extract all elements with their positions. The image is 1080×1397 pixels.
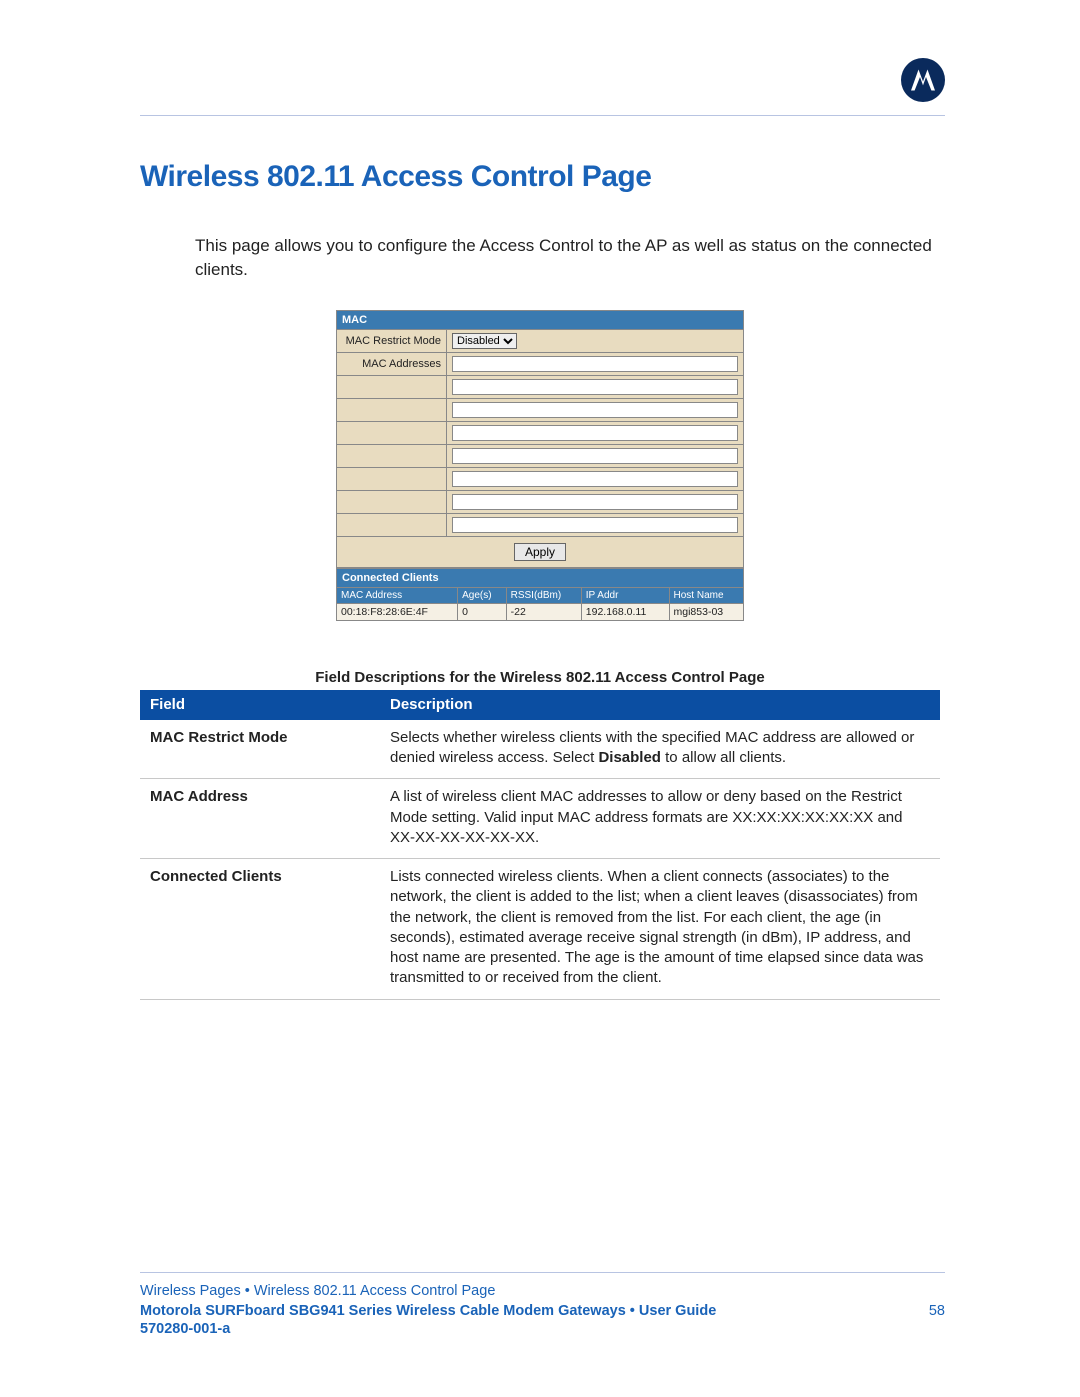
cc-host: mgi853-03 (669, 603, 743, 620)
fd-desc-0: Selects whether wireless clients with th… (380, 720, 940, 779)
motorola-logo (901, 58, 945, 102)
footer-rule (140, 1272, 945, 1273)
apply-button[interactable]: Apply (514, 543, 566, 561)
page-number: 58 (929, 1303, 945, 1319)
cc-col-ip: IP Addr (581, 587, 669, 603)
connected-clients-header: Connected Clients (337, 568, 744, 587)
restrict-mode-select[interactable]: Disabled (452, 333, 517, 349)
mac-input-4[interactable] (452, 448, 738, 464)
fd-name-2: Connected Clients (140, 859, 380, 1000)
field-desc-table: Field Description MAC Restrict Mode Sele… (140, 690, 940, 1000)
mac-input-5[interactable] (452, 471, 738, 487)
field-desc-caption: Field Descriptions for the Wireless 802.… (140, 669, 940, 686)
mac-input-6[interactable] (452, 494, 738, 510)
cc-col-age: Age(s) (458, 587, 507, 603)
connected-client-row: 00:18:F8:28:6E:4F 0 -22 192.168.0.11 mgi… (337, 603, 744, 620)
fd-name-0: MAC Restrict Mode (140, 720, 380, 779)
breadcrumb: Wireless Pages • Wireless 802.11 Access … (140, 1283, 945, 1299)
fd-row: Connected Clients Lists connected wirele… (140, 859, 940, 1000)
mac-input-7[interactable] (452, 517, 738, 533)
mac-section-header: MAC (337, 310, 744, 329)
cc-age: 0 (458, 603, 507, 620)
fd-row: MAC Restrict Mode Selects whether wirele… (140, 720, 940, 779)
page-title: Wireless 802.11 Access Control Page (140, 160, 940, 194)
mac-input-1[interactable] (452, 379, 738, 395)
header-rule (140, 115, 945, 116)
fd-desc-2: Lists connected wireless clients. When a… (380, 859, 940, 1000)
mac-input-0[interactable] (452, 356, 738, 372)
mac-input-3[interactable] (452, 425, 738, 441)
cc-ip: 192.168.0.11 (581, 603, 669, 620)
guide-title: Motorola SURFboard SBG941 Series Wireles… (140, 1303, 716, 1319)
mac-input-2[interactable] (452, 402, 738, 418)
fd-head-desc: Description (380, 690, 940, 720)
cc-col-mac: MAC Address (337, 587, 458, 603)
fd-desc-1: A list of wireless client MAC addresses … (380, 779, 940, 859)
cc-mac: 00:18:F8:28:6E:4F (337, 603, 458, 620)
cc-rssi: -22 (506, 603, 581, 620)
intro-text: This page allows you to configure the Ac… (195, 234, 940, 282)
restrict-mode-label: MAC Restrict Mode (337, 329, 447, 352)
doc-number: 570280-001-a (140, 1321, 945, 1337)
fd-row: MAC Address A list of wireless client MA… (140, 779, 940, 859)
fd-name-1: MAC Address (140, 779, 380, 859)
cc-col-rssi: RSSI(dBm) (506, 587, 581, 603)
cc-col-host: Host Name (669, 587, 743, 603)
fd-head-field: Field (140, 690, 380, 720)
mac-addresses-label: MAC Addresses (337, 352, 447, 375)
config-screenshot: MAC MAC Restrict Mode Disabled MAC Addre… (336, 310, 744, 621)
